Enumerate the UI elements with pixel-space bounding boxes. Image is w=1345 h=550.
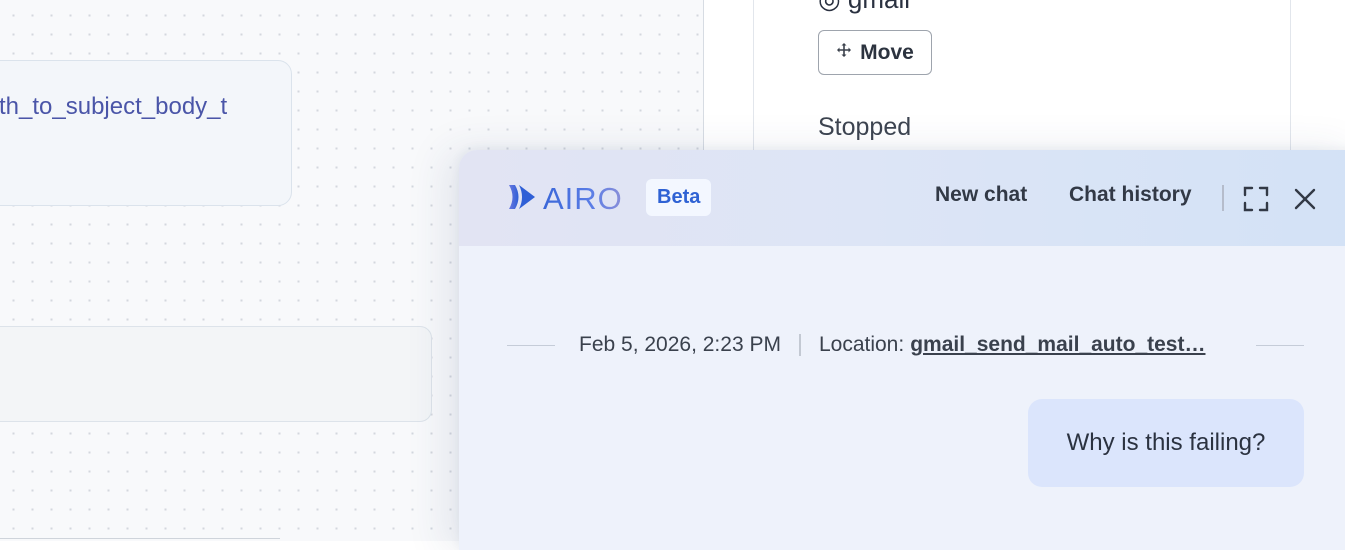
- chat-history-button[interactable]: Chat history: [1069, 183, 1192, 207]
- divider: [0, 538, 280, 539]
- close-icon[interactable]: [1292, 186, 1318, 212]
- chat-body: Feb 5, 2026, 2:23 PM Location: gmail_sen…: [459, 246, 1345, 550]
- user-message: Why is this failing?: [1028, 399, 1304, 487]
- airo-logo: AIRO: [507, 181, 631, 216]
- expand-icon[interactable]: [1243, 186, 1269, 212]
- airo-logo-icon: [507, 183, 537, 216]
- session-datetime: Feb 5, 2026, 2:23 PM: [579, 333, 781, 356]
- chat-header: AIRO Beta New chat Chat history: [459, 150, 1345, 246]
- airo-chat-panel: AIRO Beta New chat Chat history Feb 5, 2…: [459, 150, 1345, 550]
- location-link[interactable]: gmail_send_mail_auto_test…: [910, 333, 1222, 357]
- location-label: Location:: [818, 333, 905, 356]
- brand-name: AIRO: [543, 181, 623, 216]
- session-meta: Feb 5, 2026, 2:23 PM Location: gmail_sen…: [507, 332, 1304, 358]
- move-arrows-icon: [836, 42, 852, 63]
- workflow-node[interactable]: th_to_subject_body_t: [0, 60, 292, 206]
- divider: [507, 344, 555, 346]
- move-button[interactable]: Move: [818, 30, 932, 75]
- run-status: Stopped: [818, 113, 912, 141]
- workflow-node[interactable]: [0, 326, 432, 422]
- new-chat-button[interactable]: New chat: [935, 183, 1027, 207]
- connector-label: ◎ gmail: [818, 0, 910, 15]
- move-label: Move: [860, 40, 914, 64]
- beta-badge: Beta: [646, 179, 712, 216]
- meta-separator: [798, 334, 801, 356]
- divider: [1256, 344, 1304, 346]
- header-separator: [1222, 185, 1224, 211]
- node-label: th_to_subject_body_t: [0, 93, 228, 120]
